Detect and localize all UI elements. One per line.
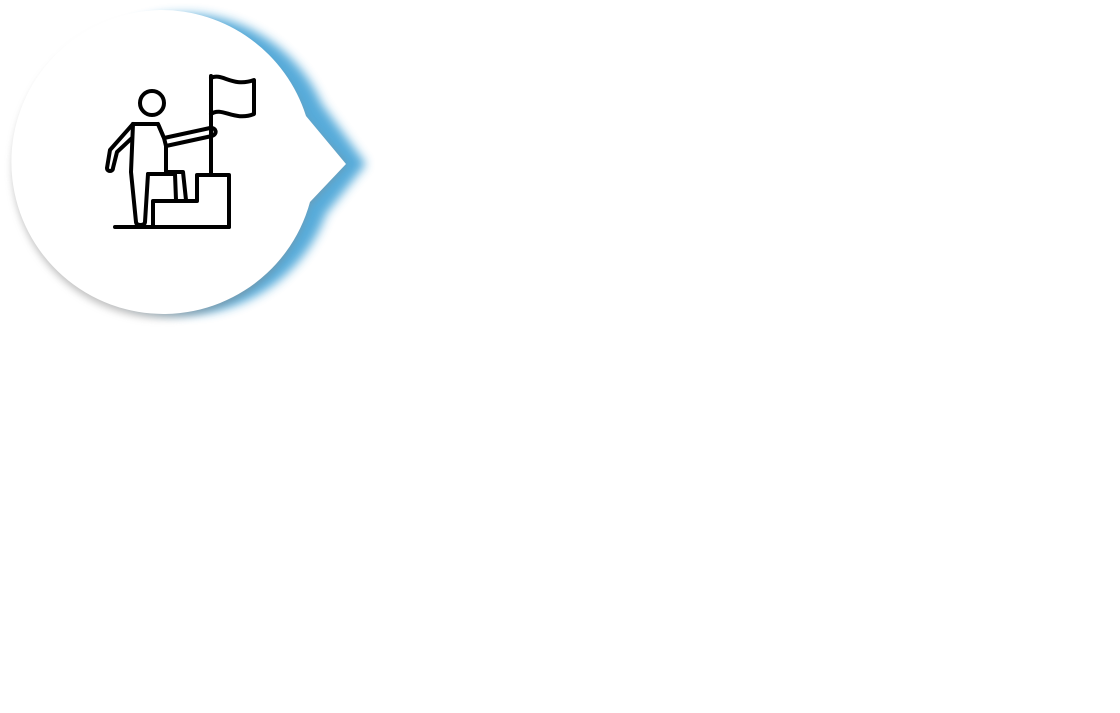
canvas	[0, 0, 1120, 713]
speech-bubble	[11, 9, 347, 314]
achievement-badge	[11, 9, 366, 318]
